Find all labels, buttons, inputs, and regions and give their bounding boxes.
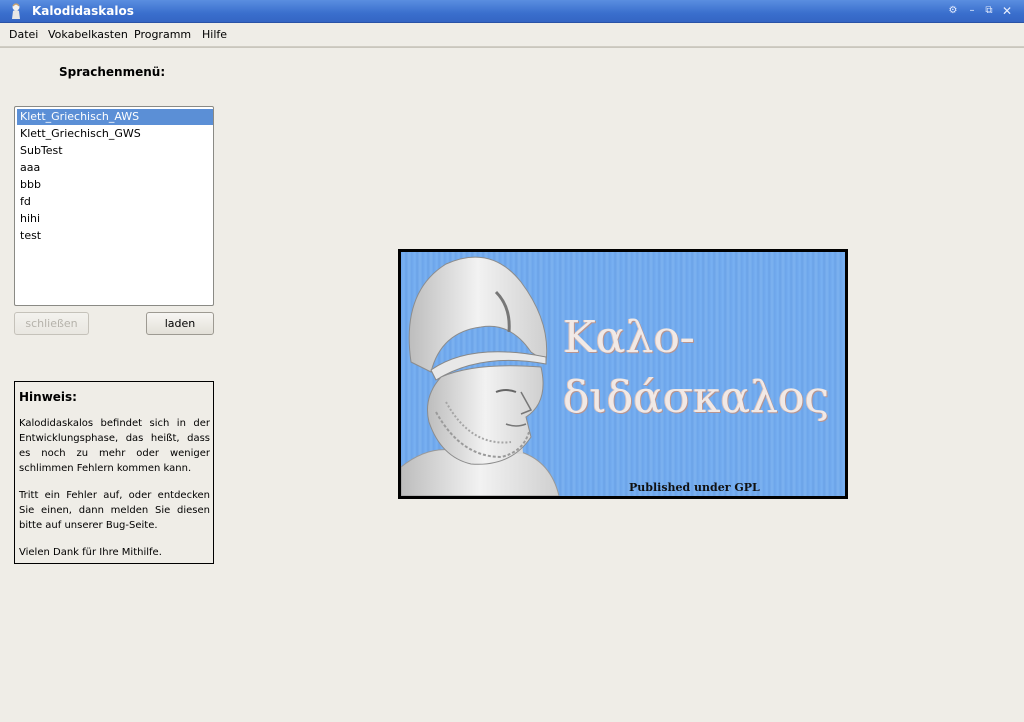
language-list[interactable]: Klett_Griechisch_AWS Klett_Griechisch_GW… [14, 106, 214, 306]
minimize-icon[interactable]: – [965, 4, 979, 18]
splash-title-line1: Καλο- [563, 312, 695, 363]
menu-separator [0, 47, 1024, 48]
splash-license-text: Published under GPL [629, 481, 760, 494]
close-language-button[interactable]: schließen [14, 312, 89, 335]
language-item[interactable]: Klett_Griechisch_GWS [17, 126, 213, 142]
language-menu-title: Sprachenmenü: [59, 65, 166, 79]
window-titlebar: Kalodidaskalos ⚙ – ⧉ ✕ [0, 0, 1024, 23]
hint-paragraph: Tritt ein Fehler auf, oder entdecken Sie… [19, 490, 210, 531]
restore-icon[interactable]: ⧉ [982, 4, 996, 18]
splash-logo: Καλο- διδάσκαλος Published under GPL [398, 249, 848, 499]
hint-paragraph: Vielen Dank für Ihre Mithilfe. [19, 547, 162, 558]
pericles-bust-image [401, 256, 560, 496]
language-item[interactable]: aaa [17, 160, 213, 176]
hint-title: Hinweis: [19, 390, 77, 404]
load-language-button[interactable]: laden [146, 312, 214, 335]
close-icon[interactable]: ✕ [1000, 4, 1014, 18]
menu-hilfe[interactable]: Hilfe [202, 28, 227, 41]
language-item[interactable]: SubTest [17, 143, 213, 159]
hint-paragraph: Kalodidaskalos befindet sich in der Entw… [19, 418, 210, 474]
window-title: Kalodidaskalos [32, 4, 134, 18]
language-item[interactable]: test [17, 228, 213, 244]
language-item[interactable]: hihi [17, 211, 213, 227]
window-menu-icon[interactable]: ⚙ [946, 4, 960, 18]
app-icon [12, 3, 20, 19]
hint-box: Hinweis: Kalodidaskalos befindet sich in… [14, 381, 214, 564]
menu-datei[interactable]: Datei [9, 28, 38, 41]
splash-title-line2: διδάσκαλος [563, 372, 830, 423]
menu-bar: Datei Vokabelkasten Programm Hilfe [0, 23, 1024, 47]
menu-programm[interactable]: Programm [134, 28, 191, 41]
menu-vokabelkasten[interactable]: Vokabelkasten [48, 28, 128, 41]
language-item[interactable]: Klett_Griechisch_AWS [17, 109, 213, 125]
language-item[interactable]: fd [17, 194, 213, 210]
language-item[interactable]: bbb [17, 177, 213, 193]
